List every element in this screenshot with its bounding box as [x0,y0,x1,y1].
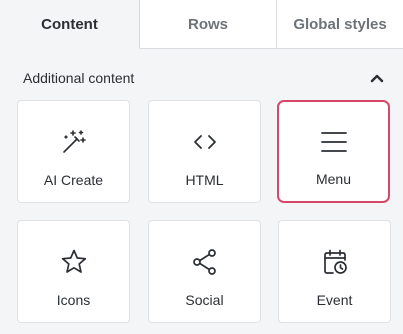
block-menu[interactable]: Menu [277,100,390,203]
magic-wand-icon [58,126,90,158]
tab-bar: Content Rows Global styles [0,0,403,49]
block-label: AI Create [43,172,104,188]
tab-global-styles[interactable]: Global styles [277,0,403,49]
tab-content[interactable]: Content [0,0,140,49]
star-icon [58,246,90,278]
block-social[interactable]: Social [148,220,261,323]
code-brackets-icon [189,126,221,158]
section-title: Additional content [23,70,135,86]
block-ai-create[interactable]: AI Create [17,100,130,203]
block-label: Event [316,292,353,308]
section-header-additional-content[interactable]: Additional content [23,66,385,90]
block-icons[interactable]: Icons [17,220,130,323]
block-label: HTML [185,172,224,188]
block-label: Icons [56,292,91,308]
block-label: Menu [315,171,352,187]
block-event[interactable]: Event [278,220,391,323]
tab-rows[interactable]: Rows [140,0,277,49]
block-html[interactable]: HTML [148,100,261,203]
calendar-clock-icon [319,246,351,278]
share-icon [189,246,221,278]
block-label: Social [185,292,224,308]
hamburger-menu-icon [318,126,350,158]
chevron-up-icon[interactable] [369,70,385,86]
